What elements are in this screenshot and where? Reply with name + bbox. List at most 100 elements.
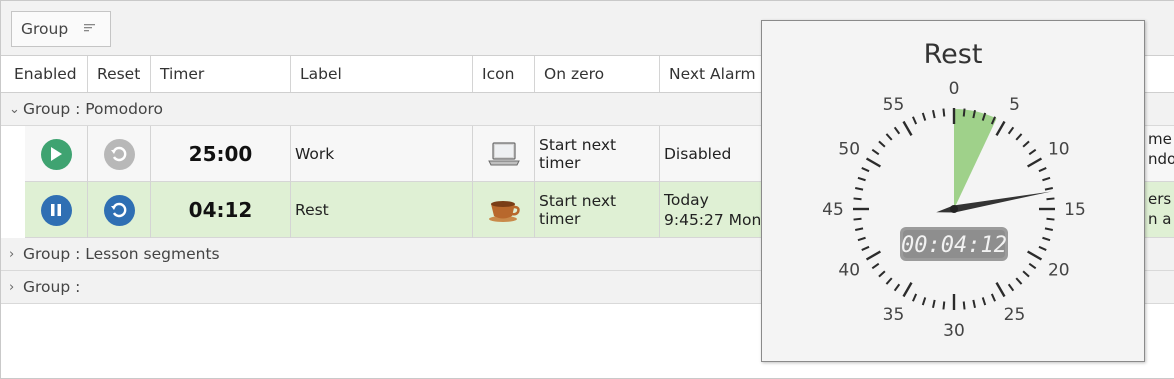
sort-icon[interactable]	[84, 23, 96, 33]
dial-tick	[1027, 157, 1043, 168]
dial-label: 25	[1004, 305, 1026, 325]
dial-tick	[1038, 167, 1047, 173]
laptop-icon	[487, 142, 520, 166]
next-alarm-value: Disabled	[664, 145, 732, 163]
analog-dial: 0 5 10 15 20 25 30 35 40 45 50 55 00:04:12	[822, 79, 1086, 341]
dial-tick	[1046, 197, 1055, 201]
dial-tick	[962, 301, 966, 310]
col-next-alarm[interactable]: Next Alarm	[660, 56, 770, 92]
group-chip[interactable]: Group	[11, 11, 111, 47]
col-icon[interactable]: Icon	[473, 56, 535, 92]
dial-tick	[990, 293, 996, 302]
dial-tick	[932, 109, 936, 119]
group-chip-label: Group	[21, 20, 69, 38]
dial-tick	[853, 197, 862, 201]
chevron-right-icon[interactable]: ›	[9, 247, 23, 262]
clipped-column-text: ers v n a s	[1148, 189, 1174, 229]
dial-tick	[1022, 270, 1030, 278]
dial-tick	[1042, 236, 1051, 242]
dial-tick	[1044, 187, 1054, 191]
dial-tick	[1028, 148, 1037, 156]
digital-display: 00:04:12	[900, 227, 1008, 261]
timer-value: 25:00	[151, 126, 291, 182]
reset-cell	[88, 126, 151, 182]
dial-tick	[1015, 133, 1023, 141]
timer-app: Group Enabled Reset Timer Label Icon On …	[0, 0, 1174, 379]
dial-tick	[1038, 245, 1047, 251]
dial-tick	[932, 299, 936, 309]
dial-tick	[1044, 227, 1054, 231]
dial-label: 30	[943, 321, 965, 341]
reset-cell	[88, 182, 151, 238]
col-on-zero[interactable]: On zero	[535, 56, 660, 92]
row-label: Work	[291, 126, 473, 182]
col-timer[interactable]: Timer	[151, 56, 291, 92]
dial-tick	[854, 227, 864, 231]
dial-tick	[1028, 262, 1037, 270]
enabled-cell	[25, 182, 88, 238]
dial-tick	[921, 297, 927, 306]
timer-popup[interactable]: Rest 0 5 10 15 20 25 30 35 40 45 50 55 00:04:12	[761, 20, 1145, 362]
dial-tick	[1027, 250, 1043, 261]
dial-tick	[972, 299, 976, 309]
dial-tick	[857, 236, 866, 242]
play-icon	[51, 147, 62, 161]
dial-label: 15	[1064, 200, 1086, 220]
dial-tick	[962, 108, 966, 117]
reset-icon	[111, 146, 127, 162]
dial-hub	[950, 205, 958, 213]
enabled-cell	[25, 126, 88, 182]
dial-tick	[995, 282, 1006, 298]
pause-button[interactable]	[40, 194, 72, 226]
dial-tick	[893, 126, 901, 135]
chevron-right-icon[interactable]: ›	[9, 280, 23, 295]
dial-tick	[878, 140, 886, 148]
dial-label: 10	[1048, 140, 1070, 160]
col-label[interactable]: Label	[291, 56, 473, 92]
dial-label: 20	[1048, 261, 1070, 281]
dial-tick	[871, 148, 880, 156]
on-zero-value: Start next timer	[535, 182, 660, 238]
dial-tick	[861, 167, 870, 173]
reset-button[interactable]	[103, 194, 135, 226]
dial-label: 55	[883, 95, 905, 115]
on-zero-value: Start next timer	[535, 126, 660, 182]
pause-icon	[51, 204, 61, 216]
reset-icon	[111, 202, 127, 218]
reset-button[interactable]	[103, 138, 135, 170]
col-enabled[interactable]: Enabled	[5, 56, 88, 92]
dial-tick	[853, 217, 862, 221]
next-alarm-day: Today	[664, 191, 709, 209]
dial-tick	[1007, 283, 1015, 292]
dial-label: 35	[883, 305, 905, 325]
group-label: Group : Pomodoro	[23, 100, 163, 118]
group-label: Group : Lesson segments	[23, 245, 220, 263]
dial-tick	[902, 282, 913, 298]
dial-tick	[893, 283, 901, 292]
next-alarm-time: 9:45:27 Mon	[664, 211, 762, 229]
dial-tick	[981, 297, 987, 306]
next-alarm-cell: Today 9:45:27 Mon	[660, 182, 770, 238]
dial-hand	[936, 191, 1052, 213]
dial-tick	[1022, 140, 1030, 148]
icon-cell	[473, 182, 535, 238]
dial-tick	[942, 108, 946, 117]
clipped-text-line: ndow	[1148, 150, 1174, 168]
digital-readout: 00:04:12	[901, 233, 1007, 258]
dial-tick	[871, 262, 880, 270]
dial-tick	[942, 301, 946, 310]
clipped-text-line: me (	[1148, 130, 1174, 148]
dial-tick	[857, 176, 866, 182]
clipped-text-line: n a s	[1148, 210, 1174, 228]
remaining-time-wedge	[954, 109, 997, 209]
dial-tick	[885, 133, 893, 141]
chevron-down-icon[interactable]: ⌄	[9, 102, 23, 117]
dial-label: 5	[1009, 95, 1020, 115]
dial-label: 45	[822, 200, 844, 220]
dial-tick	[912, 293, 918, 302]
col-reset[interactable]: Reset	[88, 56, 151, 92]
row-label: Rest	[291, 182, 473, 238]
play-button[interactable]	[40, 138, 72, 170]
group-label: Group :	[23, 278, 81, 296]
dial-tick	[1046, 217, 1055, 221]
